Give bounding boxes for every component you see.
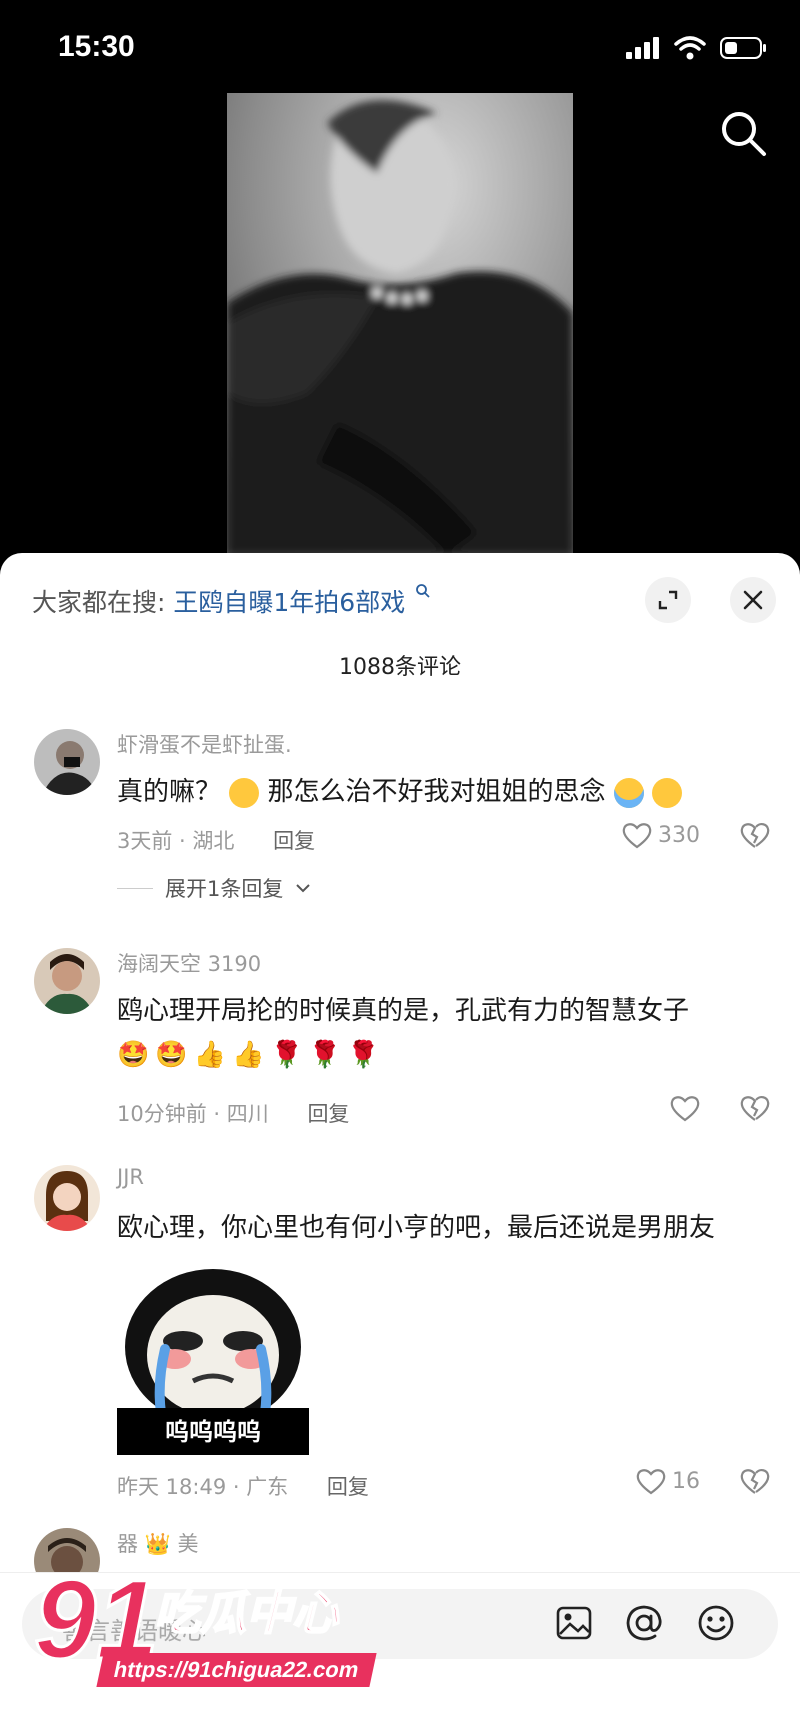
divider: [117, 887, 153, 889]
wifi-icon: [674, 36, 706, 60]
expand-replies-button[interactable]: 展开1条回复: [117, 873, 311, 903]
username-part: 美: [177, 1532, 199, 1556]
like-button[interactable]: [670, 1094, 700, 1122]
comment-text: 鸥心理开局抡的时候真的是，孔武有力的智慧女子: [117, 996, 690, 1026]
comment-count: 1088条评论: [339, 655, 461, 680]
sticker-caption: 呜呜呜呜: [117, 1408, 309, 1451]
status-bar: 15:30: [0, 0, 800, 96]
watermark-url: https://91chigua22.com: [96, 1653, 377, 1687]
comment-text-part: 那怎么治不好我对姐姐的思念: [267, 777, 606, 807]
video-preview[interactable]: [227, 93, 573, 555]
status-icons: [626, 36, 768, 60]
sticker-image[interactable]: 呜呜呜呜: [117, 1263, 309, 1455]
comment-username[interactable]: 器 👑 美: [117, 1528, 199, 1558]
comment-meta: 昨天 18:49 · 广东 回复: [117, 1471, 369, 1501]
image-button[interactable]: [552, 1601, 596, 1645]
video-frame-image: [227, 93, 573, 555]
comment-time-location: 昨天 18:49 · 广东: [117, 1475, 289, 1499]
avatar[interactable]: [34, 729, 100, 795]
comment-meta: 3天前 · 湖北 回复: [117, 825, 315, 855]
like-button[interactable]: 16: [636, 1467, 700, 1495]
status-time: 15:30: [58, 30, 135, 63]
hot-search[interactable]: 大家都在搜: 王鸥自曝1年拍6部戏: [32, 583, 431, 619]
close-button[interactable]: [730, 577, 776, 623]
mention-button[interactable]: [622, 1601, 666, 1645]
broken-heart-icon: [740, 1096, 770, 1121]
search-button[interactable]: [718, 108, 770, 160]
comment-username[interactable]: 虾滑蛋不是虾扯蛋.: [117, 729, 292, 759]
like-button[interactable]: 330: [622, 821, 700, 849]
comment-item: 海阔天空 3190 鸥心理开局抡的时候真的是，孔武有力的智慧女子 🤩 🤩 👍 👍…: [0, 948, 800, 1158]
comment-time-location: 10分钟前 · 四川: [117, 1102, 269, 1126]
shy-face-emoji-icon: [229, 777, 260, 808]
thumbs-up-emoji-icon: 👍: [193, 1040, 227, 1070]
comment-item: JJR 欧心理，你心里也有何小亨的吧，最后还说是男朋友 呜呜呜呜 昨天 18:4…: [0, 1165, 800, 1505]
expand-button[interactable]: [645, 577, 691, 623]
comment-time-location: 3天前 · 湖北: [117, 829, 235, 853]
thumbs-up-emoji-icon: 👍: [232, 1040, 265, 1070]
comment-username[interactable]: JJR: [117, 1165, 144, 1189]
avatar[interactable]: [34, 948, 100, 1014]
avatar-image: [34, 948, 100, 1014]
small-search-icon: [416, 584, 430, 598]
hot-search-term[interactable]: 王鸥自曝1年拍6部戏: [173, 588, 405, 617]
reply-button[interactable]: 回复: [327, 1475, 369, 1499]
close-icon: [743, 590, 763, 610]
smiley-icon: [698, 1605, 734, 1641]
dislike-button[interactable]: [740, 1094, 770, 1126]
reply-button[interactable]: 回复: [307, 1102, 349, 1126]
chevron-down-icon: [296, 884, 311, 893]
like-count: 330: [658, 822, 700, 848]
grinning-face-emoji-icon: 🤩: [117, 1040, 150, 1070]
broken-heart-icon: [740, 1469, 770, 1494]
comment-text: 真的嘛？ 那怎么治不好我对姐姐的思念: [117, 771, 683, 808]
comment-text: 欧心理，你心里也有何小亨的吧，最后还说是男朋友: [117, 1213, 716, 1243]
watermark-text: 吃瓜中心: [153, 1585, 339, 1641]
search-icon: [722, 112, 766, 156]
crown-emoji-icon: 👑: [144, 1532, 171, 1556]
comment-meta: 10分钟前 · 四川 回复: [117, 1098, 349, 1128]
crying-face-emoji-icon: [613, 777, 644, 808]
watermark-logo: 91 吃瓜中心 https://91chigua22.com: [33, 1555, 404, 1705]
emoji-button[interactable]: [694, 1601, 738, 1645]
sheet-header: 大家都在搜: 王鸥自曝1年拍6部戏: [0, 553, 800, 623]
heart-icon: [622, 823, 652, 849]
avatar-image: [34, 1165, 100, 1231]
image-icon: [556, 1606, 592, 1640]
avatar[interactable]: [34, 1165, 100, 1231]
rose-emoji-icon: 🌹: [347, 1040, 380, 1070]
at-sign-icon: [626, 1605, 662, 1641]
rose-emoji-icon: 🌹: [308, 1040, 342, 1070]
broken-heart-icon: [740, 823, 770, 848]
emoji-row: 🤩 🤩 👍 👍 🌹 🌹 🌹: [117, 1040, 380, 1070]
heart-icon: [636, 1469, 666, 1495]
avatar-image: [34, 729, 100, 795]
heart-icon: [670, 1096, 700, 1122]
expand-icon: [658, 590, 678, 610]
dislike-button[interactable]: [740, 821, 770, 853]
comment-item: 虾滑蛋不是虾扯蛋. 真的嘛？ 那怎么治不好我对姐姐的思念 3天前 · 湖北 回复…: [0, 723, 800, 933]
hot-search-prefix: 大家都在搜:: [32, 588, 166, 617]
username-part: 器: [117, 1532, 138, 1556]
cellular-signal-icon: [626, 37, 659, 59]
expand-replies-label: 展开1条回复: [165, 877, 284, 901]
rose-emoji-icon: 🌹: [270, 1040, 303, 1070]
like-count: 16: [672, 1468, 700, 1494]
reply-button[interactable]: 回复: [273, 829, 315, 853]
thinking-face-emoji-icon: [652, 777, 683, 808]
dislike-button[interactable]: [740, 1467, 770, 1499]
comment-text-part: 真的嘛？: [117, 777, 222, 807]
grinning-face-emoji-icon: 🤩: [155, 1040, 188, 1070]
comment-username[interactable]: 海阔天空 3190: [117, 948, 261, 978]
battery-icon: [720, 37, 766, 59]
